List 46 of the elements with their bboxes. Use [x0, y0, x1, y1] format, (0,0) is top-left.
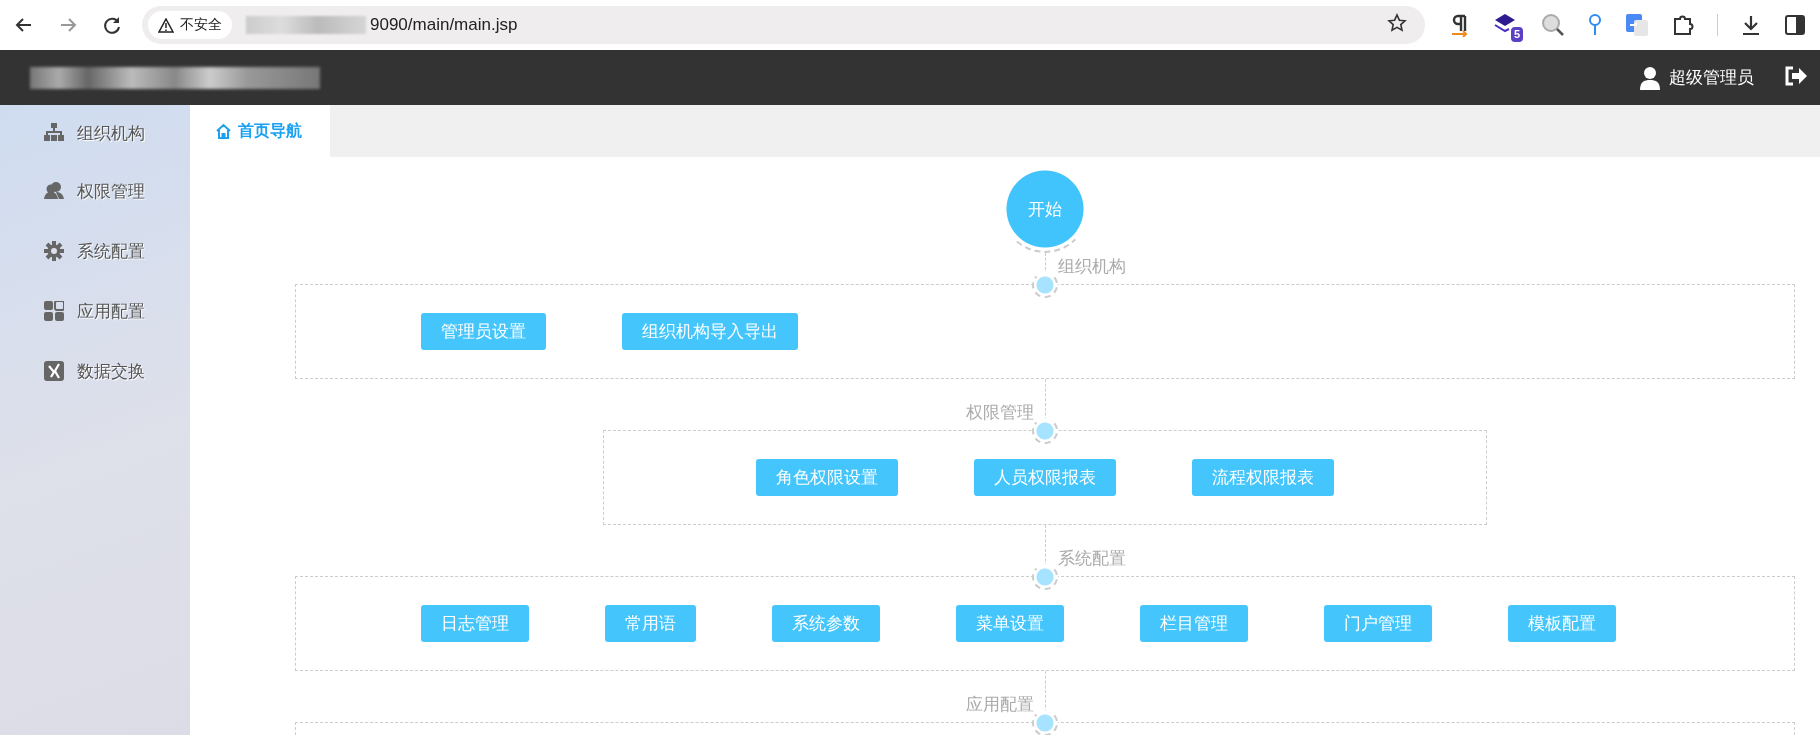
function-button[interactable]: 常用语 — [605, 605, 696, 642]
puzzle-icon[interactable] — [1671, 13, 1695, 37]
user-name[interactable]: 超级管理员 — [1669, 66, 1754, 89]
sidebar-item[interactable]: 组织机构 — [0, 105, 190, 161]
reload-icon[interactable] — [102, 15, 122, 35]
translate-icon[interactable] — [1625, 13, 1649, 37]
function-button[interactable]: 角色权限设置 — [756, 459, 898, 496]
section-label: 权限管理 — [965, 402, 1034, 424]
sidebar-item[interactable]: 权限管理 — [0, 161, 190, 221]
download-icon[interactable] — [1740, 14, 1762, 36]
address-bar[interactable]: 不安全 9090/main/main.jsp — [142, 6, 1425, 44]
function-button[interactable]: 门户管理 — [1324, 605, 1432, 642]
flow-node-icon — [1032, 418, 1058, 444]
security-chip[interactable]: 不安全 — [148, 11, 232, 39]
function-button[interactable]: 模板配置 — [1508, 605, 1616, 642]
home-icon — [215, 122, 232, 140]
settings-icon — [44, 241, 64, 261]
warning-icon — [158, 17, 174, 33]
function-button[interactable]: 栏目管理 — [1140, 605, 1248, 642]
url-text: 9090/main/main.jsp — [370, 15, 518, 35]
function-button[interactable]: 日志管理 — [421, 605, 529, 642]
nav-tab[interactable]: 首页导航 — [190, 105, 330, 157]
hierarchy-icon — [44, 123, 64, 143]
users-icon — [44, 181, 64, 201]
extension-badge: 5 — [1510, 27, 1523, 42]
side-panel-icon[interactable] — [1784, 14, 1806, 36]
section-label: 组织机构 — [1057, 256, 1126, 278]
function-button[interactable]: 人员权限报表 — [974, 459, 1116, 496]
function-button[interactable]: 组织机构导入导出 — [622, 313, 798, 350]
function-button[interactable]: 管理员设置 — [421, 313, 546, 350]
function-button[interactable]: 菜单设置 — [956, 605, 1064, 642]
logout-icon[interactable] — [1784, 64, 1808, 87]
section-label: 应用配置 — [965, 694, 1034, 716]
pin-icon[interactable] — [1587, 13, 1603, 37]
grid-icon — [44, 301, 64, 321]
user-icon — [1640, 65, 1660, 90]
star-icon[interactable] — [1387, 13, 1407, 33]
function-button[interactable]: 流程权限报表 — [1192, 459, 1334, 496]
security-label: 不安全 — [180, 16, 222, 34]
sidebar-item[interactable]: 应用配置 — [0, 281, 190, 341]
sidebar-item[interactable]: 系统配置 — [0, 221, 190, 281]
exchange-icon — [44, 361, 64, 381]
function-button[interactable]: 系统参数 — [772, 605, 880, 642]
sidebar-item[interactable]: 数据交换 — [0, 341, 190, 401]
magnifier-icon[interactable] — [1541, 13, 1565, 37]
section-label: 系统配置 — [1057, 548, 1126, 570]
